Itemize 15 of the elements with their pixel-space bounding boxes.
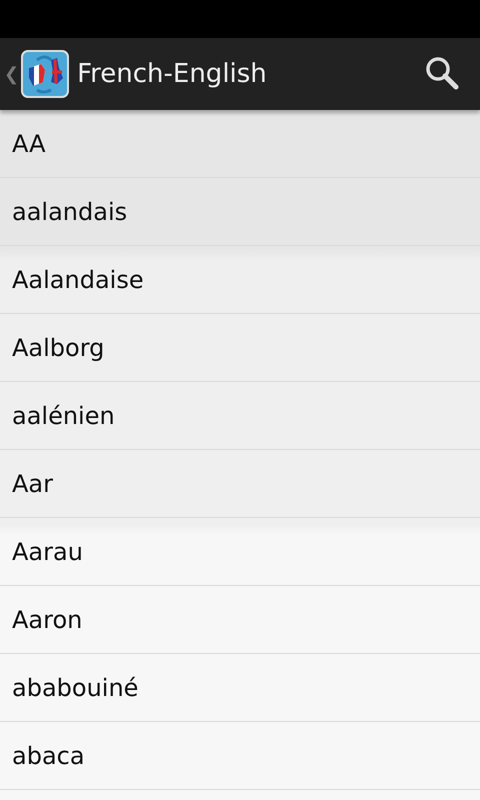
search-icon [424, 54, 460, 90]
word-item[interactable]: aalandais [0, 178, 480, 246]
word-item[interactable]: Aalandaise [0, 246, 480, 314]
word-item[interactable]: Aar [0, 450, 480, 518]
app-title: French-English [77, 59, 267, 89]
word-item[interactable]: AA [0, 110, 480, 178]
flags-map-icon [21, 50, 70, 98]
up-button[interactable]: ❮ [4, 50, 70, 98]
word-item[interactable]: abaca [0, 722, 480, 790]
word-item[interactable]: Aalborg [0, 314, 480, 382]
back-chevron: ❮ [4, 64, 20, 84]
word-item[interactable]: Aaron [0, 586, 480, 654]
word-item[interactable]: ababouiné [0, 654, 480, 722]
word-item[interactable]: aalénien [0, 382, 480, 450]
word-item[interactable]: Aarau [0, 518, 480, 586]
